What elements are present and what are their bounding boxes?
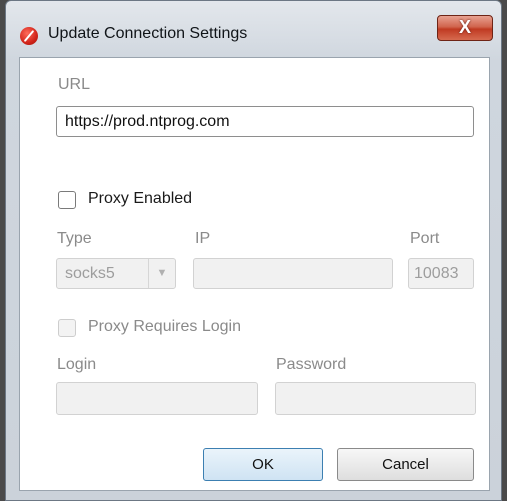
url-label: URL <box>58 76 91 93</box>
app-icon <box>20 27 38 45</box>
url-input[interactable]: https://prod.ntprog.com <box>56 106 474 137</box>
chevron-down-icon: ▼ <box>148 259 175 288</box>
proxy-requires-login-checkbox[interactable] <box>58 319 76 337</box>
port-input[interactable]: 10083 <box>408 258 474 289</box>
password-label: Password <box>276 356 347 373</box>
window-title: Update Connection Settings <box>48 25 248 42</box>
login-label: Login <box>57 356 97 373</box>
password-input[interactable] <box>275 382 476 415</box>
dialog-body: URL https://prod.ntprog.com Proxy Enable… <box>19 57 490 491</box>
login-input[interactable] <box>56 382 258 415</box>
proxy-requires-login-label: Proxy Requires Login <box>88 318 241 335</box>
ok-button[interactable]: OK <box>203 448 323 481</box>
proxy-enabled-checkbox[interactable] <box>58 191 76 209</box>
close-button[interactable]: X <box>437 15 493 41</box>
proxy-enabled-label: Proxy Enabled <box>88 190 193 207</box>
proxy-type-select[interactable]: socks5 ▼ <box>56 258 176 289</box>
ip-input[interactable] <box>193 258 393 289</box>
dialog-window: Update Connection Settings X URL https:/… <box>5 0 502 501</box>
cancel-button[interactable]: Cancel <box>337 448 474 481</box>
port-label: Port <box>410 230 440 247</box>
ip-label: IP <box>195 230 211 247</box>
proxy-type-value: socks5 <box>65 265 115 282</box>
title-bar[interactable]: Update Connection Settings X <box>6 1 501 57</box>
type-label: Type <box>57 230 92 247</box>
